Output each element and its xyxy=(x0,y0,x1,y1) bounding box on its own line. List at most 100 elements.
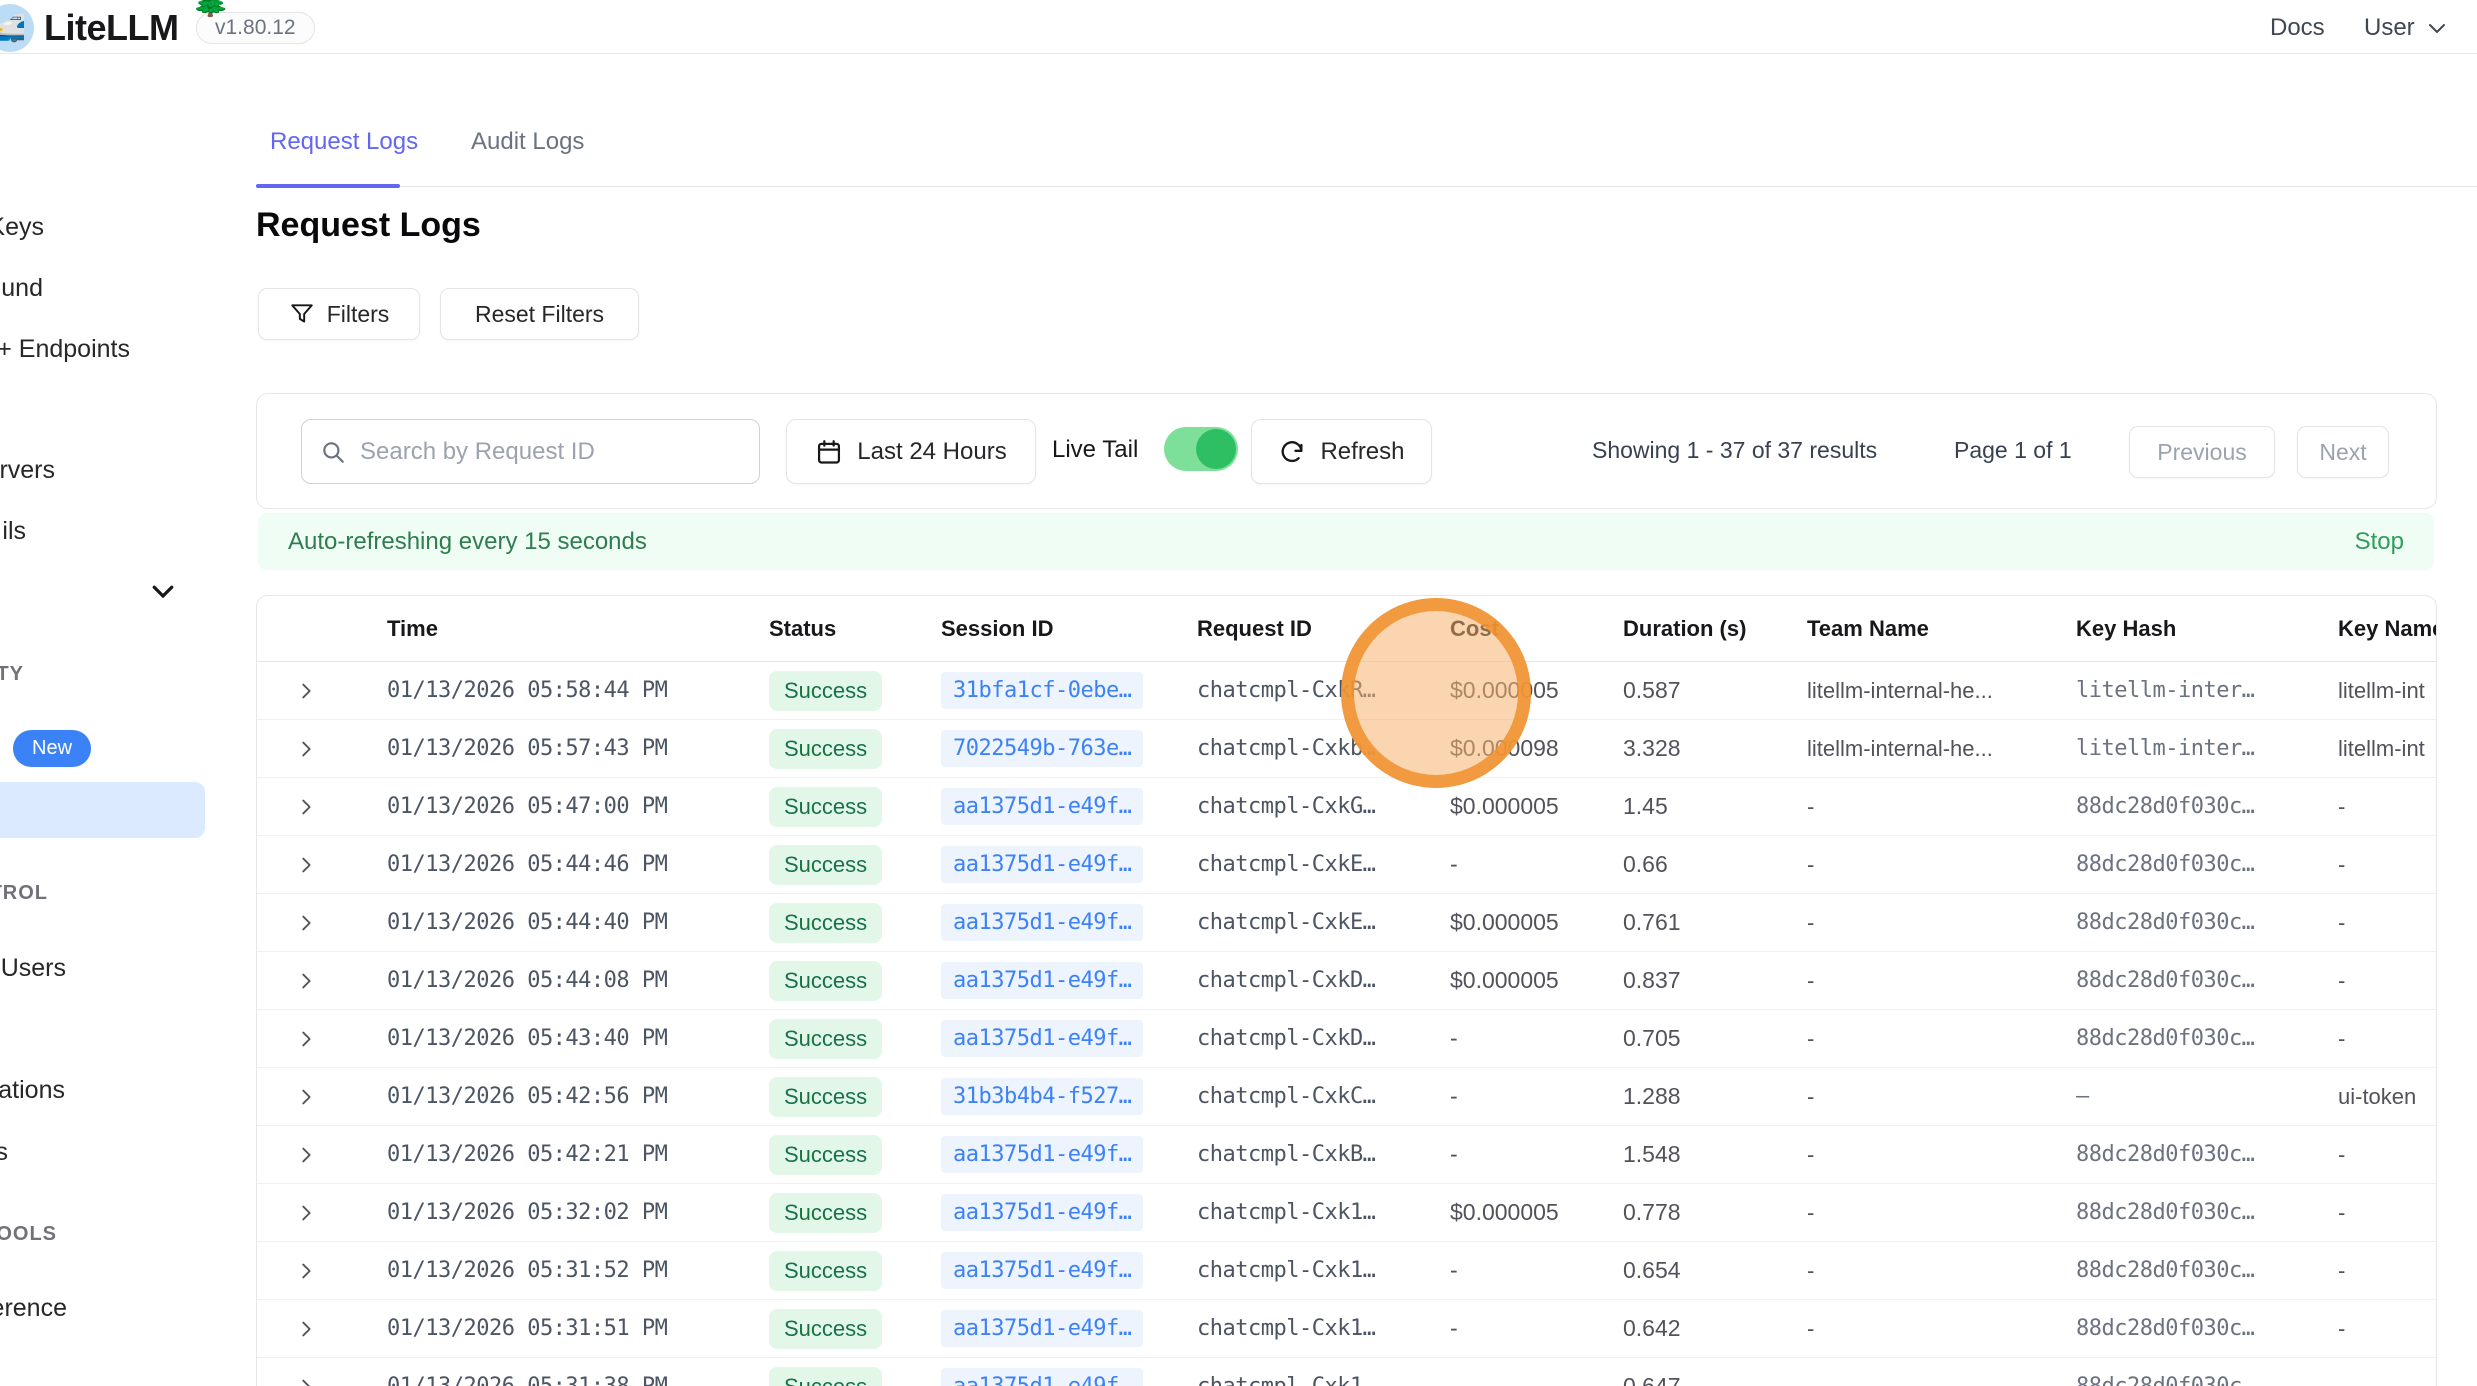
chevron-right-icon[interactable] xyxy=(295,912,387,934)
refresh-button[interactable]: Refresh xyxy=(1251,419,1432,484)
search-input[interactable] xyxy=(360,438,741,466)
chevron-right-icon[interactable] xyxy=(295,970,387,992)
cell-time: 01/13/2026 05:44:46 PM xyxy=(387,852,769,877)
session-id-link[interactable]: aa1375d1-e49f… xyxy=(941,1252,1143,1289)
logs-tab-bar: Request Logs Audit Logs xyxy=(256,120,2477,187)
sidebar-item-logs-selected[interactable] xyxy=(0,782,205,838)
filters-button-label: Filters xyxy=(327,301,390,328)
chevron-right-icon[interactable] xyxy=(295,680,387,702)
session-id-link[interactable]: aa1375d1-e49f… xyxy=(941,904,1143,941)
live-tail-toggle[interactable] xyxy=(1164,427,1238,471)
session-id-link[interactable]: aa1375d1-e49f… xyxy=(941,1136,1143,1173)
sidebar-item-internal-users[interactable]: Users xyxy=(1,954,66,983)
session-id-link[interactable]: aa1375d1-e49f… xyxy=(941,846,1143,883)
table-row: 01/13/2026 05:57:43 PMSuccess7022549b-76… xyxy=(257,720,2436,778)
cell-team-name: - xyxy=(1807,1026,2076,1052)
chevron-right-icon[interactable] xyxy=(295,1260,387,1282)
status-badge: Success xyxy=(769,729,882,769)
sidebar-expand-chevron-icon[interactable] xyxy=(148,576,178,606)
chevron-right-icon[interactable] xyxy=(295,1376,387,1386)
cell-duration: 0.647 xyxy=(1623,1373,1807,1386)
cell-team-name: - xyxy=(1807,1316,2076,1342)
session-link-wrap: 31bfa1cf-0ebe… xyxy=(941,672,1197,709)
calendar-icon xyxy=(815,438,843,466)
status-badge: Success xyxy=(769,1367,882,1386)
cell-team-name: - xyxy=(1807,910,2076,936)
logs-toolbar: Last 24 Hours Live Tail Refresh Showing … xyxy=(256,393,2437,509)
search-box[interactable] xyxy=(301,419,760,484)
cell-team-name: litellm-internal-he... xyxy=(1807,736,2076,762)
cell-key-hash: – xyxy=(2076,1084,2338,1109)
cell-duration: 1.45 xyxy=(1623,793,1807,820)
next-page-button[interactable]: Next xyxy=(2297,426,2389,478)
chevron-right-icon[interactable] xyxy=(295,1202,387,1224)
sidebar-item-models-endpoints[interactable]: + Endpoints xyxy=(0,335,130,364)
live-tail-label: Live Tail xyxy=(1052,436,1138,464)
status-badge-wrap: Success xyxy=(769,1251,941,1291)
session-id-link[interactable]: aa1375d1-e49f… xyxy=(941,1310,1143,1347)
chevron-right-icon[interactable] xyxy=(295,1318,387,1340)
session-id-link[interactable]: aa1375d1-e49f… xyxy=(941,1368,1143,1386)
previous-page-button[interactable]: Previous xyxy=(2129,426,2275,478)
cell-cost: - xyxy=(1450,1257,1623,1284)
cell-key-name: - xyxy=(2338,968,2437,994)
cell-key-name: - xyxy=(2338,910,2437,936)
cell-team-name: - xyxy=(1807,1142,2076,1168)
tab-audit-logs[interactable]: Audit Logs xyxy=(471,128,584,156)
session-link-wrap: aa1375d1-e49f… xyxy=(941,1194,1197,1231)
session-link-wrap: aa1375d1-e49f… xyxy=(941,1136,1197,1173)
cell-team-name: - xyxy=(1807,968,2076,994)
brand-title: LiteLLM xyxy=(44,7,178,49)
cell-key-name: ui-token xyxy=(2338,1084,2437,1110)
session-link-wrap: 31b3b4b4-f527… xyxy=(941,1078,1197,1115)
cell-key-hash: 88dc28d0f030c… xyxy=(2076,1316,2338,1341)
sidebar-item-mcp-servers[interactable]: rvers xyxy=(0,456,55,485)
chevron-right-icon[interactable] xyxy=(295,1028,387,1050)
chevron-right-icon[interactable] xyxy=(295,1144,387,1166)
cell-duration: 1.548 xyxy=(1623,1141,1807,1168)
sidebar-item-playground[interactable]: und xyxy=(1,274,43,303)
session-id-link[interactable]: 31b3b4b4-f527… xyxy=(941,1078,1143,1115)
tab-request-logs[interactable]: Request Logs xyxy=(270,128,418,156)
table-row: 01/13/2026 05:44:08 PMSuccessaa1375d1-e4… xyxy=(257,952,2436,1010)
chevron-right-icon[interactable] xyxy=(295,796,387,818)
time-range-button[interactable]: Last 24 Hours xyxy=(786,419,1036,484)
table-row: 01/13/2026 05:42:56 PMSuccess31b3b4b4-f5… xyxy=(257,1068,2436,1126)
chevron-right-icon[interactable] xyxy=(295,1086,387,1108)
session-id-link[interactable]: aa1375d1-e49f… xyxy=(941,962,1143,999)
session-id-link[interactable]: aa1375d1-e49f… xyxy=(941,1020,1143,1057)
sidebar-item-organizations[interactable]: ations xyxy=(0,1076,65,1105)
cell-time: 01/13/2026 05:42:56 PM xyxy=(387,1084,769,1109)
page-indicator: Page 1 of 1 xyxy=(1954,437,2072,464)
sidebar-item-teams[interactable]: s xyxy=(0,1138,8,1167)
chevron-right-icon[interactable] xyxy=(295,854,387,876)
cell-cost: $0.000098 xyxy=(1450,735,1623,762)
sidebar-item-guardrails[interactable]: ils xyxy=(2,517,26,546)
status-badge: Success xyxy=(769,961,882,1001)
sidebar-item-api-reference[interactable]: erence xyxy=(0,1294,67,1323)
table-row: 01/13/2026 05:44:46 PMSuccessaa1375d1-e4… xyxy=(257,836,2436,894)
stop-auto-refresh-link[interactable]: Stop xyxy=(2355,528,2404,556)
docs-link[interactable]: Docs xyxy=(2270,14,2325,42)
request-logs-table: Time Status Session ID Request ID Cost D… xyxy=(256,595,2437,1386)
status-badge: Success xyxy=(769,1019,882,1059)
session-id-link[interactable]: 7022549b-763e… xyxy=(941,730,1143,767)
reset-filters-button[interactable]: Reset Filters xyxy=(440,288,639,340)
results-count: Showing 1 - 37 of 37 results xyxy=(1592,437,1877,464)
session-link-wrap: aa1375d1-e49f… xyxy=(941,846,1197,883)
session-id-link[interactable]: aa1375d1-e49f… xyxy=(941,1194,1143,1231)
session-id-link[interactable]: aa1375d1-e49f… xyxy=(941,788,1143,825)
header-cost: Cost xyxy=(1450,616,1623,642)
filters-button[interactable]: Filters xyxy=(258,288,420,340)
status-badge-wrap: Success xyxy=(769,729,941,769)
user-menu[interactable]: User xyxy=(2364,14,2449,42)
status-badge: Success xyxy=(769,671,882,711)
chevron-right-icon[interactable] xyxy=(295,738,387,760)
sidebar-item-virtual-keys[interactable]: Keys xyxy=(0,213,44,242)
table-row: 01/13/2026 05:42:21 PMSuccessaa1375d1-e4… xyxy=(257,1126,2436,1184)
table-row: 01/13/2026 05:31:38 PMSuccessaa1375d1-e4… xyxy=(257,1358,2436,1386)
cell-cost: $0.000005 xyxy=(1450,967,1623,994)
session-id-link[interactable]: 31bfa1cf-0ebe… xyxy=(941,672,1143,709)
cell-request-id: chatcmpl-CxkR… xyxy=(1197,678,1450,703)
cell-request-id: chatcmpl-Cxk1… xyxy=(1197,1258,1450,1283)
